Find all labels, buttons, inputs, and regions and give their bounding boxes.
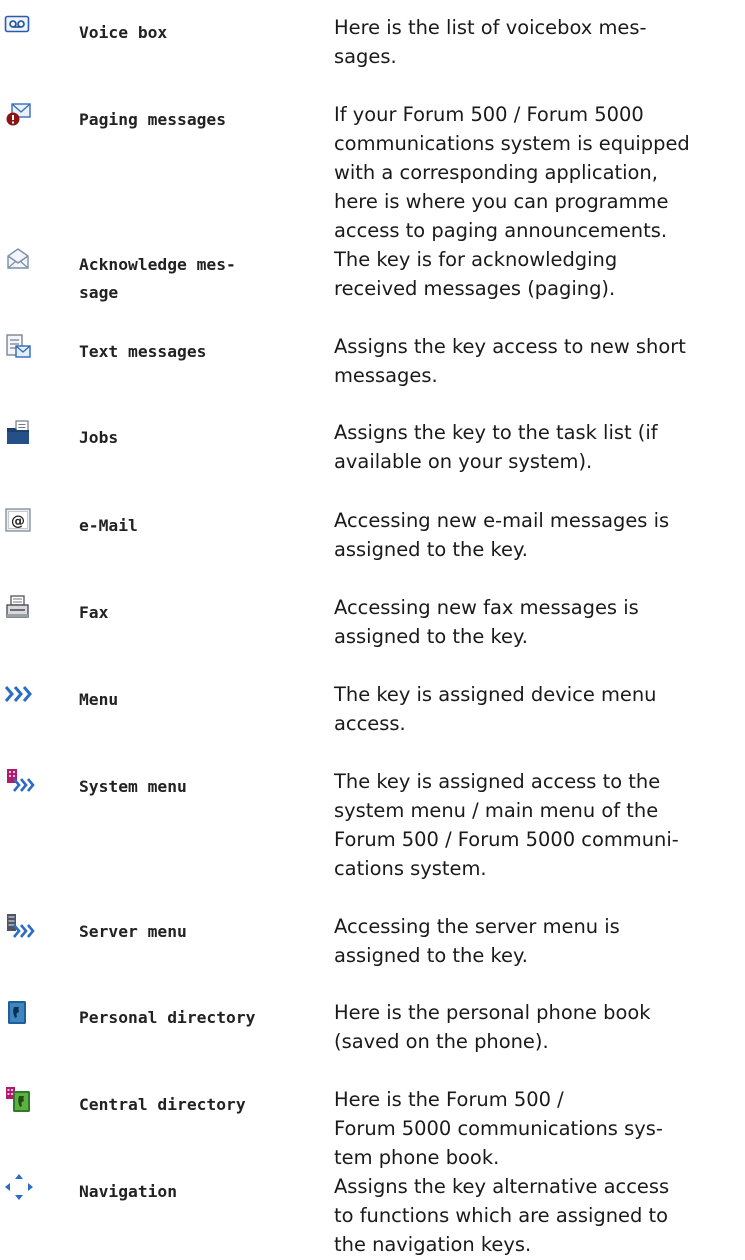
server-menu-icon <box>4 913 35 939</box>
row-label: Navigation <box>79 1181 178 1201</box>
row-description: The key is for acknowledging received me… <box>334 248 618 300</box>
navigation-icon <box>4 1173 34 1200</box>
row-description: Accessing new fax messages is assigned t… <box>334 596 639 648</box>
voicemail-icon <box>4 14 34 40</box>
row-label: Fax <box>79 602 109 622</box>
svg-text:@: @ <box>11 514 25 530</box>
row-label: Menu <box>79 689 119 709</box>
row-description: If your Forum 500 / Forum 5000 communica… <box>334 103 690 242</box>
row-label: e-Mail <box>79 515 138 535</box>
central-directory-icon <box>4 1086 34 1112</box>
row-label: Central directory <box>79 1094 246 1114</box>
acknowledge-envelope-icon <box>4 246 34 272</box>
row-description: Assigns the key to the task list (if ava… <box>334 421 658 473</box>
row-description: Here is the Forum 500 / Forum 5000 commu… <box>334 1088 663 1169</box>
row-label: Voice box <box>79 22 168 42</box>
row-description: Assigns the key access to new short mess… <box>334 335 686 387</box>
row-label: Text messages <box>79 341 207 361</box>
row-description: The key is assigned access to the system… <box>334 770 679 880</box>
row-label: Jobs <box>79 427 119 447</box>
row-label: Acknowledge mes- sage <box>79 254 236 303</box>
row-label: Paging messages <box>79 109 227 129</box>
personal-directory-icon <box>4 999 34 1025</box>
row-description: The key is assigned device menu access. <box>334 683 657 735</box>
row-description: Assigns the key alternative access to fu… <box>334 1175 670 1256</box>
email-at-icon: @ <box>4 507 34 533</box>
system-menu-icon <box>4 768 35 794</box>
fax-icon <box>4 594 34 620</box>
text-message-icon <box>4 333 34 359</box>
row-label: System menu <box>79 776 187 796</box>
row-description: Here is the list of voicebox mes- sages. <box>334 16 647 68</box>
paging-message-icon <box>4 101 34 127</box>
row-description: Accessing the server menu is assigned to… <box>334 915 620 967</box>
row-description: Here is the personal phone book (saved o… <box>334 1001 651 1053</box>
row-label: Server menu <box>79 921 187 941</box>
row-description: Accessing new e-mail messages is assigne… <box>334 509 670 561</box>
menu-arrows-icon <box>4 681 34 707</box>
row-label: Personal directory <box>79 1007 256 1027</box>
jobs-folder-icon <box>4 419 34 445</box>
